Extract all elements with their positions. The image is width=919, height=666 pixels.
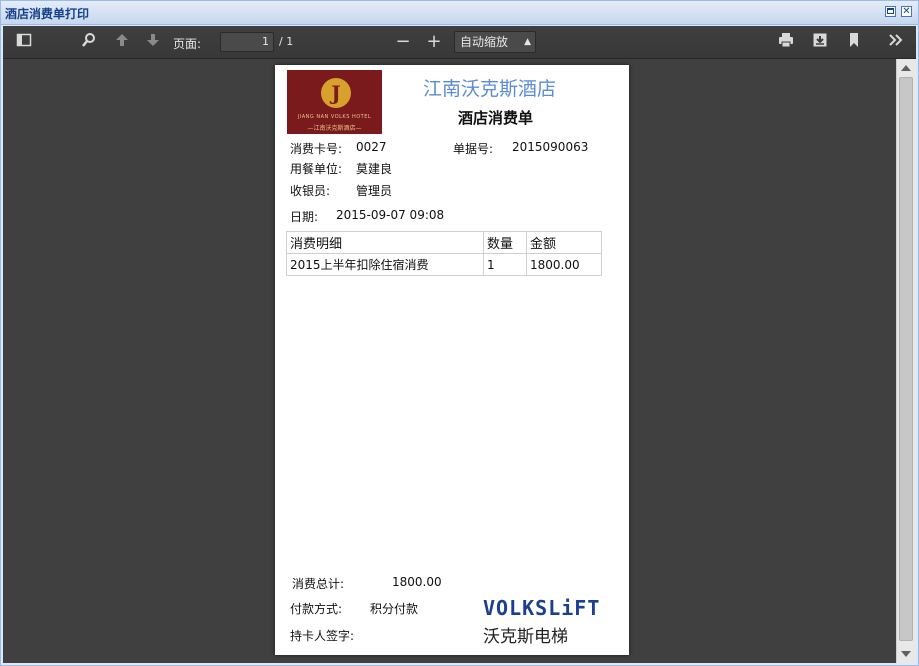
- window-title: 酒店消费单打印: [5, 7, 90, 21]
- maximize-button[interactable]: [885, 6, 896, 17]
- zoom-value: 自动缩放: [460, 35, 509, 49]
- receipt-page: J JIANG NAN VOLKS HOTEL —江南沃克斯酒店— 江南沃克斯酒…: [275, 65, 629, 655]
- card-label: 消费卡号:: [290, 142, 343, 156]
- scroll-down-icon[interactable]: [901, 651, 911, 657]
- items-table: 消费明细 数量 金额 2015上半年扣除住宿消费 1 1800.00: [286, 231, 602, 276]
- item-amount: 1800.00: [526, 253, 602, 276]
- hotel-logo: J JIANG NAN VOLKS HOTEL —江南沃克斯酒店—: [287, 70, 382, 134]
- print-window: 酒店消费单打印 ✕ 页面: 1 / 1 − + 自动缩放 ▲ J JIANG N…: [0, 0, 919, 666]
- cashier-value: 管理员: [356, 184, 393, 198]
- zoom-out-icon[interactable]: −: [392, 32, 414, 52]
- table-header-row: 消费明细 数量 金额: [286, 231, 602, 254]
- zoom-in-icon[interactable]: +: [423, 32, 445, 52]
- close-icon: ✕: [902, 6, 911, 17]
- payment-label: 付款方式:: [290, 602, 343, 616]
- date-label: 日期:: [290, 210, 319, 224]
- window-titlebar: 酒店消费单打印 ✕: [1, 1, 918, 25]
- card-number: 0027: [356, 140, 387, 154]
- next-page-icon[interactable]: [142, 32, 164, 52]
- scroll-up-icon[interactable]: [901, 65, 911, 71]
- signature-label: 持卡人签字:: [290, 629, 355, 643]
- previous-page-icon[interactable]: [111, 32, 133, 52]
- brand-logo-en: VOLKSLiFT: [483, 596, 601, 620]
- item-quantity: 1: [483, 253, 527, 276]
- cashier-label: 收银员:: [290, 184, 331, 198]
- receipt-title: 酒店消费单: [458, 109, 534, 127]
- close-button[interactable]: ✕: [901, 6, 912, 17]
- search-icon[interactable]: [78, 32, 100, 52]
- total-label: 消费总计:: [292, 577, 345, 591]
- page-total: / 1: [279, 35, 294, 48]
- date-value: 2015-09-07 09:08: [336, 208, 445, 222]
- bill-number: 2015090063: [512, 140, 589, 154]
- bill-label: 单据号:: [453, 142, 494, 156]
- page-number-input[interactable]: 1: [220, 32, 274, 52]
- hotel-name: 江南沃克斯酒店: [423, 78, 557, 100]
- payment-value: 积分付款: [370, 602, 419, 616]
- sidebar-toggle-icon[interactable]: [13, 32, 35, 52]
- item-description: 2015上半年扣除住宿消费: [286, 253, 484, 276]
- tools-icon[interactable]: [885, 32, 907, 52]
- unit-value: 莫建良: [356, 162, 393, 176]
- print-icon[interactable]: [775, 32, 797, 52]
- column-header: 消费明细: [286, 231, 484, 254]
- chevron-down-icon: ▲: [524, 37, 531, 47]
- page-label: 页面:: [173, 37, 202, 51]
- pdf-toolbar: 页面: 1 / 1 − + 自动缩放 ▲: [3, 26, 916, 59]
- scroll-thumb[interactable]: [899, 77, 913, 641]
- vertical-scrollbar[interactable]: [896, 59, 916, 663]
- column-header: 数量: [483, 231, 527, 254]
- table-row: 2015上半年扣除住宿消费 1 1800.00: [286, 253, 602, 276]
- bookmark-icon[interactable]: [843, 32, 865, 52]
- unit-label: 用餐单位:: [290, 162, 343, 176]
- brand-logo-cn: 沃克斯电梯: [483, 627, 568, 647]
- download-icon[interactable]: [809, 32, 831, 52]
- column-header: 金额: [526, 231, 602, 254]
- zoom-select[interactable]: 自动缩放 ▲: [454, 31, 536, 53]
- total-value: 1800.00: [392, 575, 442, 589]
